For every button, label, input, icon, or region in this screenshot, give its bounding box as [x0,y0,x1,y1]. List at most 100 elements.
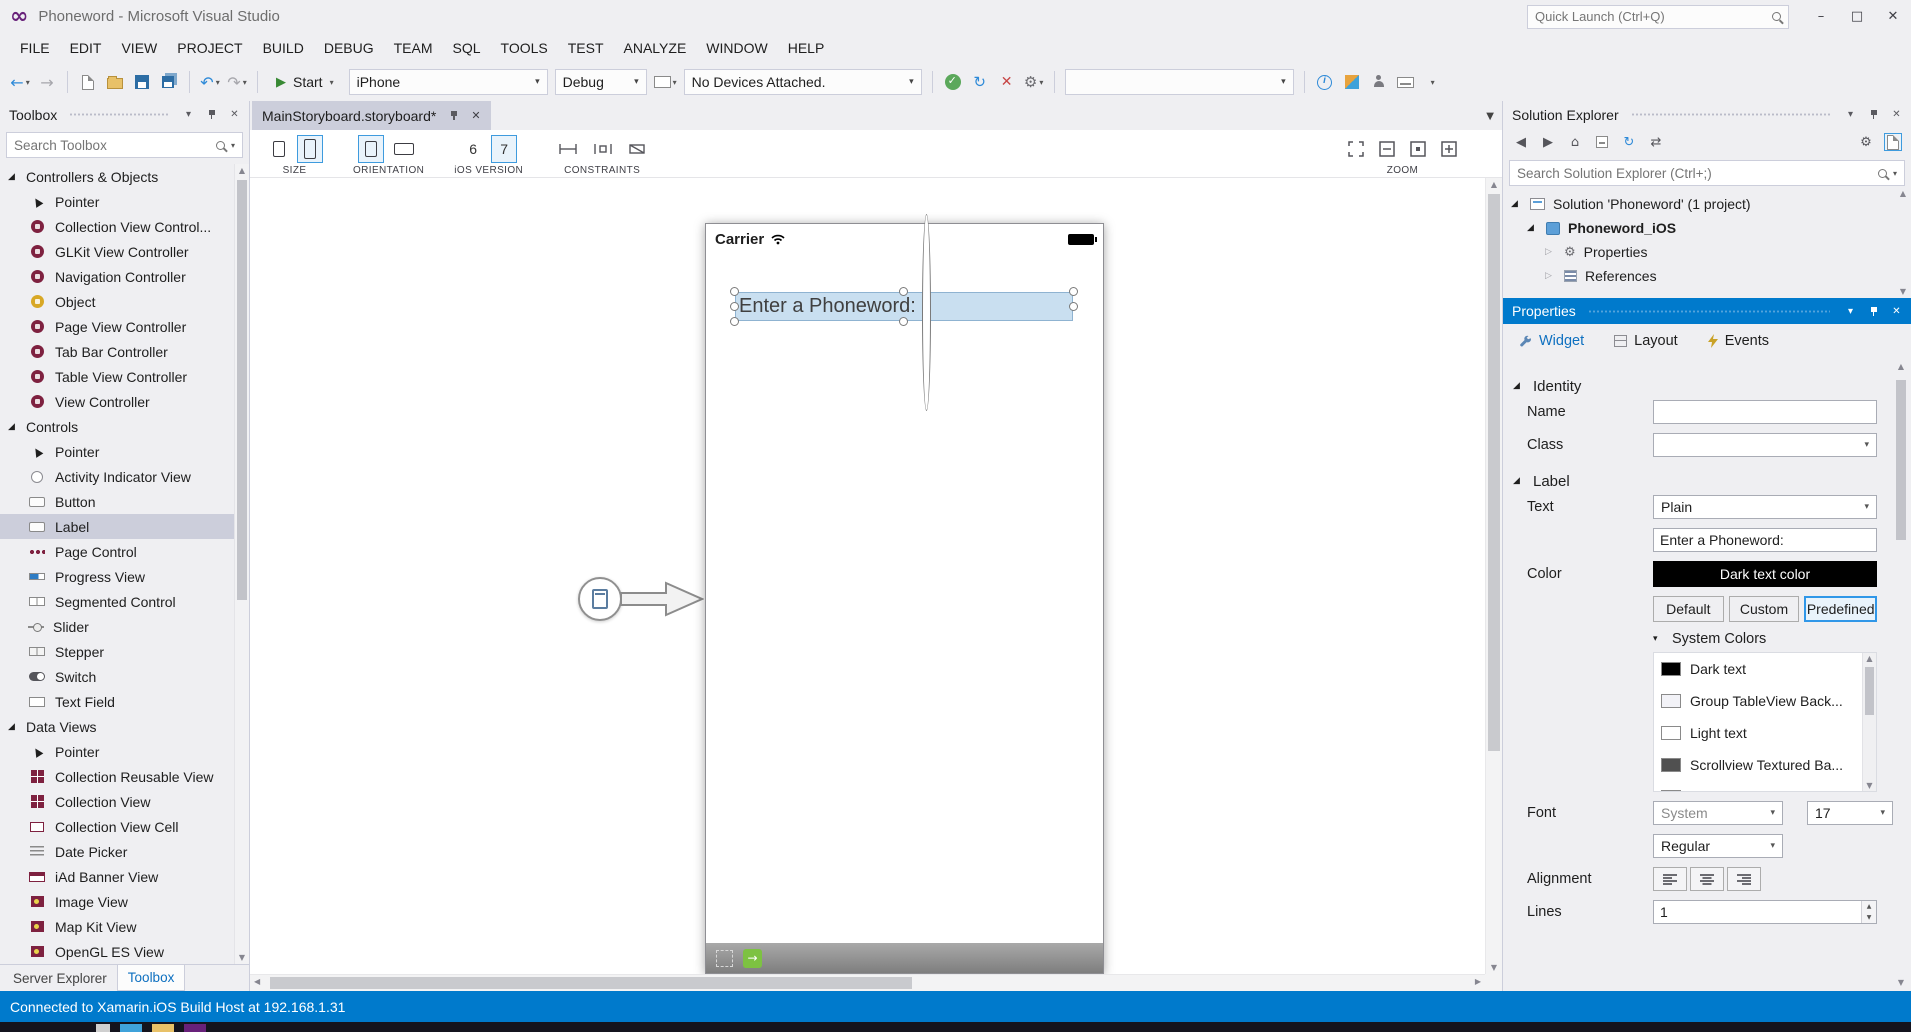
toolbox-item-button[interactable]: Button [0,489,249,514]
document-tab[interactable]: MainStoryboard.storyboard* ✕ [252,101,491,130]
fit-to-window-icon[interactable] [1343,135,1369,163]
chevron-down-icon[interactable]: ▾ [231,141,235,150]
scrollbar-thumb[interactable] [1865,667,1874,715]
expander-icon[interactable]: ◢ [8,722,19,732]
resize-handle[interactable] [730,287,739,296]
color-option-light-text[interactable]: Light text [1654,717,1861,749]
scroll-up-icon[interactable]: ▲ [1863,654,1876,663]
minimize-button[interactable]: – [1803,0,1839,33]
toolbox-item-progress-view[interactable]: Progress View [0,564,249,589]
scrollbar-thumb[interactable] [237,180,247,600]
toolbox-search-input[interactable] [14,138,210,153]
toolbox-item-collection-view-controller[interactable]: Collection View Control... [0,214,249,239]
toolbox-group-data-views[interactable]: ◢Data Views [0,714,249,739]
align-left-button[interactable] [1653,867,1687,891]
toolbox-scrollbar[interactable]: ▲ ▼ [234,164,249,964]
close-icon[interactable]: ✕ [1888,303,1905,320]
pin-icon[interactable] [1865,303,1882,320]
toolbox-item-pointer[interactable]: Pointer [0,739,249,764]
refresh-icon[interactable]: ↻ [1620,133,1638,151]
toolbar-overflow-icon[interactable]: ▾ [1423,70,1443,94]
refresh-icon[interactable]: ↻ [970,70,990,94]
canvas-horizontal-scrollbar[interactable]: ◀ ▶ [250,974,1485,991]
scroll-left-icon[interactable]: ◀ [254,977,260,986]
default-color-button[interactable]: Default [1653,596,1724,622]
drag-grip[interactable] [1631,112,1830,117]
undo-icon[interactable]: ↶▾ [200,70,220,94]
color-option-partial[interactable] [1654,781,1861,792]
tab-server-explorer[interactable]: Server Explorer [3,965,117,991]
navigate-forward-icon[interactable]: → [37,70,57,94]
toolbox-group-controllers[interactable]: ◢Controllers & Objects [0,164,249,189]
close-icon[interactable]: ✕ [226,106,243,123]
tab-widget[interactable]: Widget [1519,333,1584,349]
taskbar-app-icon[interactable] [120,1024,142,1032]
toolbox-item-collection-view-cell[interactable]: Collection View Cell [0,814,249,839]
properties-gear-icon[interactable]: ⚙ [1857,133,1875,151]
expander-icon[interactable]: ◢ [1513,476,1524,486]
ios6-button[interactable]: 6 [460,135,486,163]
ios7-button[interactable]: 7 [491,135,517,163]
back-icon[interactable]: ◀ [1512,133,1530,151]
resize-handle[interactable] [922,214,931,411]
window-position-chevron-icon[interactable]: ▾ [1842,106,1859,123]
toolbox-item-collection-reusable-view[interactable]: Collection Reusable View [0,764,249,789]
scroll-up-icon[interactable]: ▲ [1486,180,1502,189]
toolbox-item-date-picker[interactable]: Date Picker [0,839,249,864]
color-option-dark-text[interactable]: Dark text [1654,653,1861,685]
zoom-in-icon[interactable] [1436,135,1462,163]
toolbox-item-view-controller[interactable]: View Controller [0,389,249,414]
scroll-down-icon[interactable]: ▼ [1896,287,1910,296]
collapse-all-icon[interactable] [1593,133,1611,151]
ios-view-controller-frame[interactable]: Carrier Enter a Phoneword: → [705,223,1104,974]
toolbox-item-glkit-view-controller[interactable]: GLKit View Controller [0,239,249,264]
toolbox-item-object[interactable]: Object [0,289,249,314]
preview-selected-icon[interactable] [1884,133,1902,151]
menu-item-help[interactable]: HELP [778,33,835,63]
toolbox-item-table-view-controller[interactable]: Table View Controller [0,364,249,389]
scroll-down-icon[interactable]: ▼ [1863,781,1876,790]
home-icon[interactable]: ⌂ [1566,133,1584,151]
window-position-chevron-icon[interactable]: ▾ [180,106,197,123]
size-iphone35-button[interactable] [266,135,292,163]
open-file-icon[interactable] [105,70,125,94]
taskbar-app-icon[interactable] [152,1024,174,1032]
resize-handle[interactable] [899,317,908,326]
document-list-chevron-icon[interactable]: ▼ [1486,111,1494,130]
scroll-right-icon[interactable]: ▶ [1475,977,1481,986]
scroll-down-icon[interactable]: ▼ [1894,978,1908,987]
scrollbar-thumb[interactable] [1488,194,1500,751]
toolbox-item-pointer[interactable]: Pointer [0,189,249,214]
section-identity[interactable]: ◢Identity [1503,372,1911,400]
system-colors-list[interactable]: Dark text Group TableView Back... Light … [1653,652,1877,792]
canvas-vertical-scrollbar[interactable]: ▲ ▼ [1485,178,1502,974]
resize-handle[interactable] [1069,287,1078,296]
resize-handle[interactable] [730,302,739,311]
toolbox-item-stepper[interactable]: Stepper [0,639,249,664]
expander-icon[interactable]: ◢ [8,172,19,182]
resize-handle[interactable] [899,287,908,296]
lines-spinner[interactable]: ▲▼ [1861,901,1876,923]
toolbox-item-label[interactable]: Label [0,514,249,539]
toolbox-item-segmented-control[interactable]: Segmented Control [0,589,249,614]
solution-search-input[interactable] [1517,166,1872,181]
actual-size-icon[interactable] [1405,135,1431,163]
constraint-clear-icon[interactable] [623,135,651,163]
toolbox-item-collection-view[interactable]: Collection View [0,789,249,814]
expander-icon[interactable]: ▷ [1545,271,1556,281]
pin-icon[interactable] [445,107,462,124]
menu-item-window[interactable]: WINDOW [696,33,777,63]
toolbox-item-image-view[interactable]: Image View [0,889,249,914]
scroll-up-icon[interactable]: ▲ [1894,362,1908,371]
navigate-back-icon[interactable]: ←▾ [10,70,30,94]
toolbox-item-activity-indicator[interactable]: Activity Indicator View [0,464,249,489]
window-position-chevron-icon[interactable]: ▾ [1842,303,1859,320]
toolbox-item-navigation-controller[interactable]: Navigation Controller [0,264,249,289]
constraint-horizontal-icon[interactable] [553,135,583,163]
save-icon[interactable] [132,70,152,94]
device-combo[interactable]: iPhone ▾ [349,69,548,95]
drag-grip[interactable] [1588,309,1830,314]
close-button[interactable]: ✕ [1875,0,1911,33]
resize-mask-icon[interactable] [716,950,733,967]
taskbar-app-icon[interactable] [184,1024,206,1032]
